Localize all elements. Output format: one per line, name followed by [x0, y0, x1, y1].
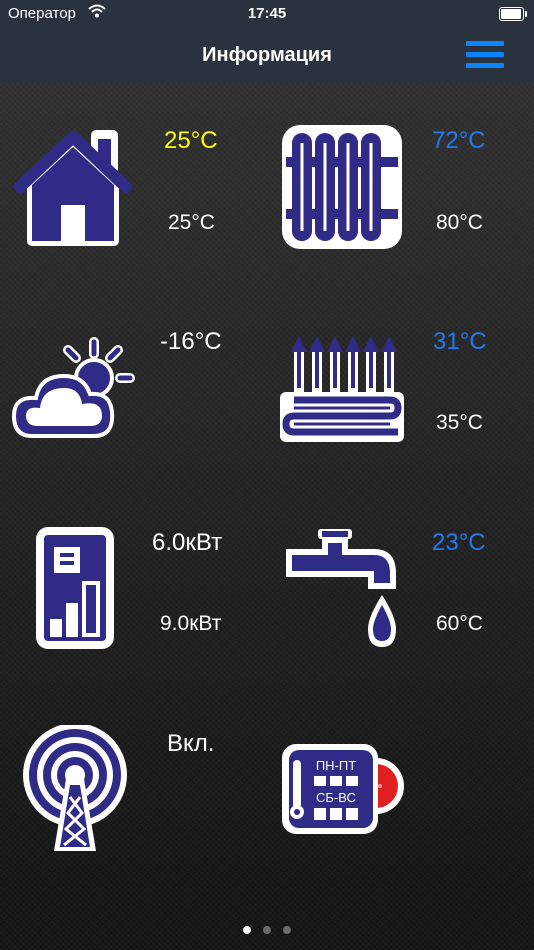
page-title: Информация — [202, 44, 332, 66]
water-setpoint: 60°C — [436, 612, 483, 635]
signal-status: Вкл. — [167, 730, 215, 757]
navigation-bar: Информация — [0, 28, 534, 83]
indoor-temperature: 25°C — [164, 127, 218, 154]
power-current: 6.0кВт — [152, 529, 223, 556]
water-temperature: 23°C — [432, 529, 486, 556]
power-meter-icon[interactable] — [34, 525, 116, 656]
page-dot-2[interactable] — [263, 926, 271, 934]
page-control[interactable] — [0, 921, 534, 939]
floor-heating-icon[interactable] — [278, 330, 406, 449]
page-dot-3[interactable] — [283, 926, 291, 934]
indoor-setpoint: 25°C — [168, 211, 215, 234]
floor-temperature: 31°C — [433, 328, 487, 355]
hamburger-menu-icon[interactable] — [466, 41, 504, 69]
power-limit: 9.0кВт — [160, 612, 222, 635]
schedule-weekend-label: СБ-ВС — [316, 790, 356, 805]
water-tap-icon[interactable] — [282, 525, 402, 656]
antenna-tower-icon[interactable] — [20, 723, 130, 858]
status-bar: Оператор 17:45 — [0, 0, 534, 28]
page-dot-1[interactable] — [243, 926, 251, 934]
clock: 17:45 — [247, 5, 287, 22]
floor-setpoint: 35°C — [436, 411, 483, 434]
house-icon[interactable] — [10, 125, 136, 254]
radiator-icon[interactable] — [280, 123, 404, 256]
radiator-setpoint: 80°C — [436, 211, 483, 234]
battery-icon — [499, 7, 527, 21]
radiator-temperature: 72°C — [432, 127, 486, 154]
schedule-weekday-label: ПН-ПТ — [316, 758, 356, 773]
cloud-sun-icon[interactable] — [10, 336, 138, 449]
outdoor-temperature: -16°C — [160, 328, 222, 355]
schedule-icon[interactable]: ПН-ПТ СБ-ВС — [280, 740, 404, 841]
